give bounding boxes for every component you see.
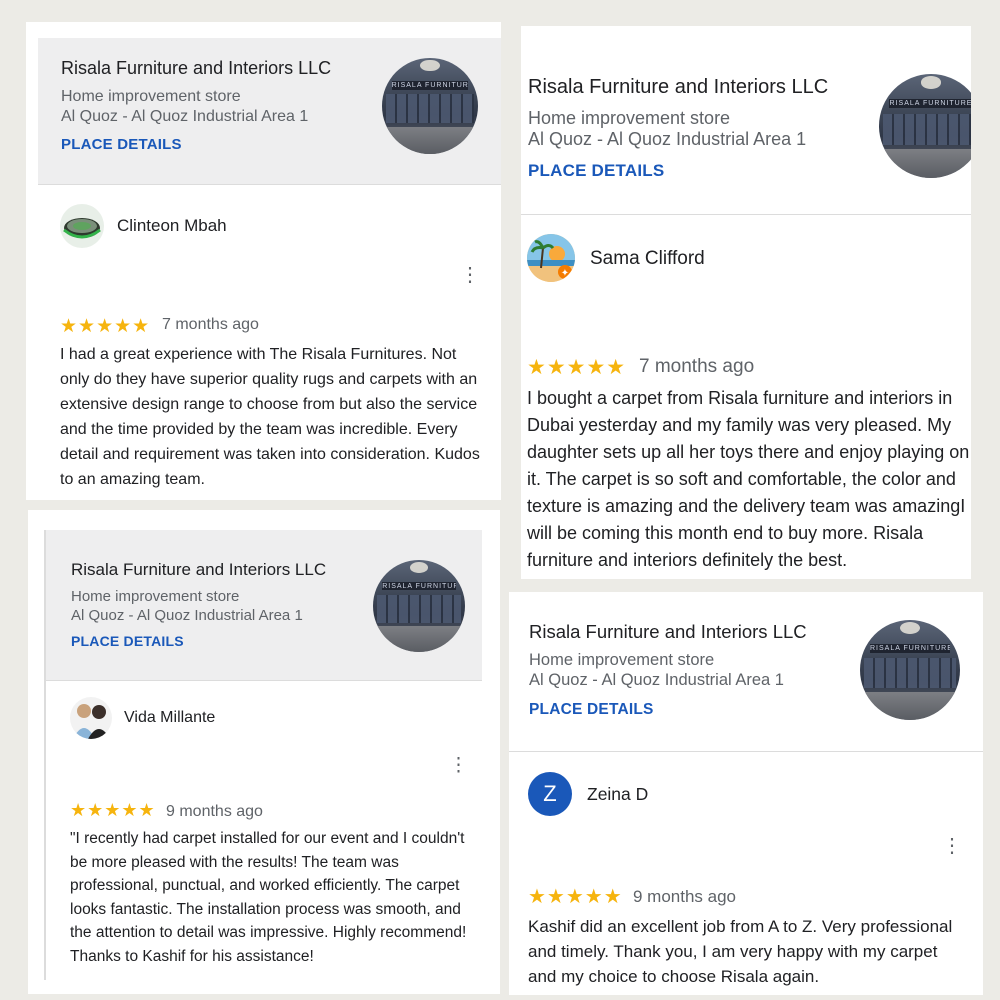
reviewer-name[interactable]: Vida Millante <box>124 709 215 727</box>
place-header: Risala Furniture and Interiors LLC Home … <box>521 26 971 215</box>
place-address: Al Quoz - Al Quoz Industrial Area 1 <box>528 129 807 149</box>
place-category: Home improvement store <box>528 108 731 128</box>
place-address: Al Quoz - Al Quoz Industrial Area 1 <box>61 108 309 125</box>
review-text: "I recently had carpet installed for our… <box>70 830 467 965</box>
place-name: Risala Furniture and Interiors LLC <box>529 621 807 642</box>
place-category: Home improvement store <box>529 651 715 669</box>
star-rating: ★★★★★ <box>527 356 627 379</box>
star-rating: ★★★★★ <box>70 800 156 820</box>
star-rating: ★★★★★ <box>60 316 151 337</box>
review-card-vida: Risala Furniture and Interiors LLC Home … <box>28 510 500 994</box>
review-time: 9 months ago <box>633 887 737 906</box>
place-details-link[interactable]: PLACE DETAILS <box>529 701 654 719</box>
store-photo[interactable]: RISALA FURNITURE <box>373 560 465 652</box>
store-sign: RISALA FURNITURE <box>870 644 950 653</box>
review-text: I had a great experience with The Risala… <box>60 346 480 488</box>
review-time: 9 months ago <box>166 803 263 820</box>
reviewer-avatar[interactable]: Z <box>528 772 572 816</box>
place-category: Home improvement store <box>61 88 241 105</box>
place-name: Risala Furniture and Interiors LLC <box>71 560 327 579</box>
reviewer-name[interactable]: Clinteon Mbah <box>117 216 227 236</box>
place-details-link[interactable]: PLACE DETAILS <box>61 136 182 153</box>
store-photo[interactable]: RISALA FURNITURE <box>860 620 960 720</box>
avatar-letter: Z <box>543 781 557 806</box>
place-header: Risala Furniture and Interiors LLC Home … <box>38 38 501 185</box>
left-divider <box>44 530 46 980</box>
store-sign: RISALA FURNITURE <box>889 98 971 109</box>
place-address: Al Quoz - Al Quoz Industrial Area 1 <box>71 607 303 624</box>
review-text: I bought a carpet from Risala furniture … <box>527 388 970 570</box>
people-avatar-icon <box>73 704 110 739</box>
place-details-link[interactable]: PLACE DETAILS <box>71 633 184 649</box>
place-header: Risala Furniture and Interiors LLC Home … <box>509 592 983 752</box>
place-category: Home improvement store <box>71 588 240 605</box>
review-card-clinteon: Risala Furniture and Interiors LLC Home … <box>26 22 501 500</box>
star-rating: ★★★★★ <box>528 886 623 908</box>
reviewer-name[interactable]: Sama Clifford <box>590 248 705 270</box>
reviewer-avatar[interactable]: ✦ <box>527 234 575 282</box>
stadium-avatar-icon <box>63 218 101 239</box>
reviewer-avatar[interactable] <box>70 697 112 739</box>
beach-avatar-icon: ✦ <box>527 234 575 282</box>
place-name: Risala Furniture and Interiors LLC <box>528 76 829 98</box>
place-details-link[interactable]: PLACE DETAILS <box>528 161 664 181</box>
place-header: Risala Furniture and Interiors LLC Home … <box>46 530 482 681</box>
review-card-sama: Risala Furniture and Interiors LLC Home … <box>521 26 971 579</box>
store-photo[interactable]: RISALA FURNITURE <box>382 58 478 154</box>
store-sign: RISALA FURNITURE <box>391 81 469 90</box>
reviewer-name[interactable]: Zeina D <box>587 784 648 805</box>
more-options-icon[interactable]: ⋮ <box>942 836 962 856</box>
more-options-icon[interactable]: ⋮ <box>449 756 468 775</box>
place-address: Al Quoz - Al Quoz Industrial Area 1 <box>529 671 784 689</box>
place-name: Risala Furniture and Interiors LLC <box>61 58 332 78</box>
review-time: 7 months ago <box>639 356 755 377</box>
more-options-icon[interactable]: ⋮ <box>460 265 480 285</box>
review-text: Kashif did an excellent job from A to Z.… <box>528 917 953 986</box>
review-time: 7 months ago <box>162 316 259 333</box>
review-card-zeina: Risala Furniture and Interiors LLC Home … <box>509 592 983 995</box>
reviewer-avatar[interactable] <box>60 204 104 248</box>
svg-text:✦: ✦ <box>561 268 569 279</box>
store-photo[interactable]: RISALA FURNITURE <box>879 74 971 178</box>
store-sign: RISALA FURNITURE <box>382 582 456 591</box>
